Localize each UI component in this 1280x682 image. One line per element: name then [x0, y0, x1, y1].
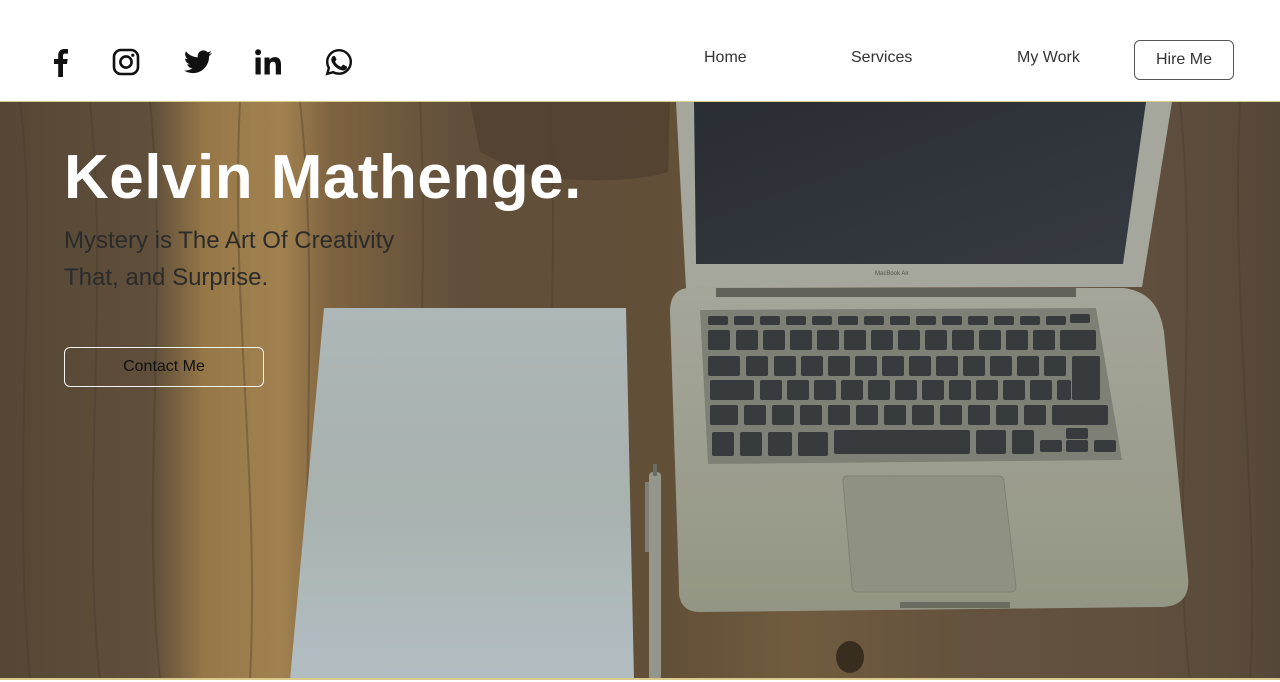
social-links	[0, 0, 400, 102]
hero-tagline-line-2: That, and Surprise.	[64, 264, 269, 291]
hero-title: Kelvin Mathenge.	[64, 143, 582, 212]
hero-tagline-line-1: Mystery is The Art Of Creativity	[64, 227, 395, 254]
hire-me-button[interactable]: Hire Me	[1134, 40, 1234, 80]
site-header: Home Services My Work Hire Me	[0, 0, 1280, 102]
linkedin-icon[interactable]	[250, 44, 286, 80]
nav-home[interactable]: Home	[704, 48, 747, 68]
instagram-icon[interactable]	[108, 44, 144, 80]
nav-my-work[interactable]: My Work	[1017, 48, 1080, 68]
twitter-icon[interactable]	[180, 44, 216, 80]
contact-me-button[interactable]: Contact Me	[64, 347, 264, 387]
hero-bottom-border	[0, 678, 1280, 680]
whatsapp-icon[interactable]	[321, 44, 357, 80]
facebook-icon[interactable]	[42, 44, 78, 80]
nav-services[interactable]: Services	[851, 48, 912, 68]
